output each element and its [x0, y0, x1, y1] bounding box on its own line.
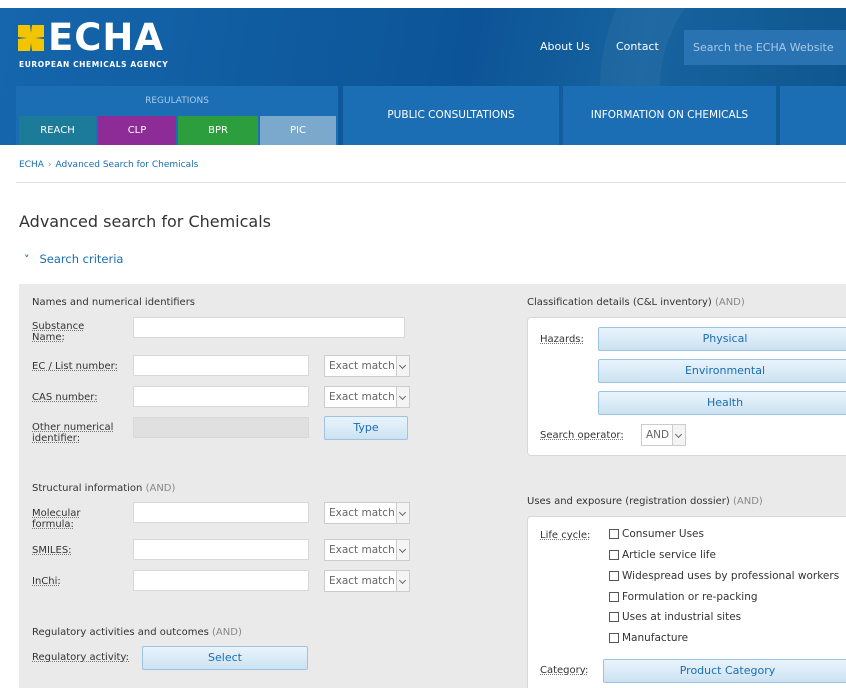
- tab-clp[interactable]: CLP: [98, 116, 176, 145]
- inchi-match-select[interactable]: Exact match: [324, 570, 410, 592]
- breadcrumb-home-link[interactable]: ECHA: [19, 160, 44, 170]
- inchi-match-value: Exact match: [329, 575, 395, 587]
- ec-number-input[interactable]: [133, 355, 309, 376]
- logo-subtitle: EUROPEAN CHEMICALS AGENCY: [19, 60, 169, 69]
- logo-text: ECHA: [48, 16, 165, 59]
- life-cycle-option[interactable]: Widespread uses by professional workers: [609, 570, 839, 582]
- structural-title-text: Structural information: [32, 483, 143, 494]
- checkbox-icon[interactable]: [609, 550, 619, 560]
- breadcrumb-divider: [16, 182, 846, 183]
- cas-number-input[interactable]: [133, 386, 309, 407]
- regulations-label: REGULATIONS: [145, 96, 209, 106]
- echa-logo-mark-icon: [18, 25, 44, 51]
- life-cycle-option-label: Article service life: [622, 549, 716, 561]
- site-search-input[interactable]: Search the ECHA Website: [684, 30, 846, 65]
- classification-and: (AND): [714, 297, 745, 308]
- search-operator-value: AND: [646, 429, 670, 441]
- cas-number-label: CAS number:: [32, 392, 98, 403]
- classification-section-title: Classification details (C&L inventory) (…: [527, 297, 745, 308]
- ec-match-select[interactable]: Exact match: [324, 355, 410, 377]
- inchi-label: InChi:: [32, 576, 61, 587]
- search-criteria-toggle[interactable]: ˅ Search criteria: [24, 252, 123, 266]
- page-title: Advanced search for Chemicals: [19, 212, 272, 231]
- contact-link[interactable]: Contact: [616, 40, 659, 53]
- chevron-down-icon: ˅: [24, 253, 30, 266]
- structural-section-title: Structural information (AND): [32, 483, 175, 494]
- inchi-input[interactable]: [133, 570, 309, 591]
- hazards-label: Hazards:: [540, 334, 584, 345]
- molecular-formula-label: Molecular formula:: [32, 508, 81, 530]
- other-identifier-label: Other numerical identifier:: [32, 422, 114, 444]
- substance-name-input[interactable]: [133, 317, 405, 338]
- chevron-down-icon: [396, 356, 409, 376]
- nav-more[interactable]: [780, 86, 846, 145]
- ec-match-value: Exact match: [329, 360, 395, 372]
- formula-match-value: Exact match: [329, 507, 395, 519]
- life-cycle-option[interactable]: Uses at industrial sites: [609, 611, 741, 623]
- regulatory-title-text: Regulatory activities and outcomes: [32, 627, 209, 638]
- smiles-input[interactable]: [133, 539, 309, 560]
- breadcrumb-current-link[interactable]: Advanced Search for Chemicals: [56, 160, 199, 170]
- smiles-match-value: Exact match: [329, 544, 395, 556]
- life-cycle-option[interactable]: Article service life: [609, 549, 716, 561]
- regulatory-activity-label: Regulatory activity:: [32, 652, 129, 663]
- search-criteria-label: Search criteria: [39, 252, 124, 266]
- environmental-hazards-button[interactable]: Environmental: [598, 359, 846, 383]
- chevron-down-icon: [396, 540, 409, 560]
- regulatory-section-title: Regulatory activities and outcomes (AND): [32, 627, 242, 638]
- life-cycle-option[interactable]: Formulation or re-packing: [609, 591, 758, 603]
- names-section-title: Names and numerical identifiers: [32, 297, 196, 308]
- molecular-formula-input[interactable]: [133, 502, 309, 523]
- substance-name-label: Substance Name:: [32, 321, 85, 343]
- checkbox-icon[interactable]: [609, 633, 619, 643]
- regulatory-and: (AND): [212, 627, 242, 638]
- classification-title-text: Classification details (C&L inventory): [527, 297, 712, 308]
- uses-and: (AND): [733, 496, 763, 507]
- chevron-down-icon: [672, 425, 685, 445]
- structural-and: (AND): [145, 483, 176, 494]
- life-cycle-option-label: Manufacture: [622, 632, 689, 644]
- checkbox-icon[interactable]: [609, 592, 619, 602]
- life-cycle-option[interactable]: Consumer Uses: [609, 528, 704, 540]
- life-cycle-option-label: Uses at industrial sites: [622, 611, 742, 623]
- tab-reach[interactable]: REACH: [19, 116, 96, 145]
- search-operator-select[interactable]: AND: [641, 424, 686, 446]
- chevron-down-icon: [396, 387, 409, 407]
- chevron-down-icon: [396, 503, 409, 523]
- cas-match-value: Exact match: [329, 391, 395, 403]
- smiles-label: SMILES:: [32, 545, 72, 556]
- tab-pic[interactable]: PIC: [260, 116, 336, 145]
- chevron-down-icon: [396, 571, 409, 591]
- select-regulatory-activity-button[interactable]: Select: [142, 646, 308, 670]
- type-button[interactable]: Type: [324, 416, 408, 440]
- other-identifier-input[interactable]: [133, 417, 309, 438]
- formula-match-select[interactable]: Exact match: [324, 502, 410, 524]
- life-cycle-option-label: Consumer Uses: [622, 528, 704, 540]
- uses-section-title: Uses and exposure (registration dossier)…: [527, 496, 763, 507]
- nav-information-on-chemicals[interactable]: INFORMATION ON CHEMICALS: [563, 86, 776, 145]
- tab-bpr[interactable]: BPR: [178, 116, 258, 145]
- product-category-button[interactable]: Product Category: [603, 659, 846, 683]
- checkbox-icon[interactable]: [609, 529, 619, 539]
- life-cycle-option-label: Widespread uses by professional workers: [622, 570, 840, 582]
- uses-title-text: Uses and exposure (registration dossier): [527, 496, 730, 507]
- life-cycle-label: Life cycle:: [540, 530, 591, 541]
- category-label: Category:: [540, 665, 589, 676]
- smiles-match-select[interactable]: Exact match: [324, 539, 410, 561]
- cas-match-select[interactable]: Exact match: [324, 386, 410, 408]
- breadcrumb: ECHA › Advanced Search for Chemicals: [19, 160, 198, 170]
- ec-number-label: EC / List number:: [32, 361, 118, 372]
- nav-public-consultations[interactable]: PUBLIC CONSULTATIONS: [343, 86, 559, 145]
- life-cycle-option[interactable]: Manufacture: [609, 632, 688, 644]
- search-operator-label: Search operator:: [540, 430, 624, 441]
- about-us-link[interactable]: About Us: [540, 40, 590, 53]
- checkbox-icon[interactable]: [609, 571, 619, 581]
- checkbox-icon[interactable]: [609, 612, 619, 622]
- health-hazards-button[interactable]: Health: [598, 391, 846, 415]
- breadcrumb-separator-icon: ›: [47, 160, 52, 170]
- physical-hazards-button[interactable]: Physical: [598, 327, 846, 351]
- life-cycle-option-label: Formulation or re-packing: [622, 591, 758, 603]
